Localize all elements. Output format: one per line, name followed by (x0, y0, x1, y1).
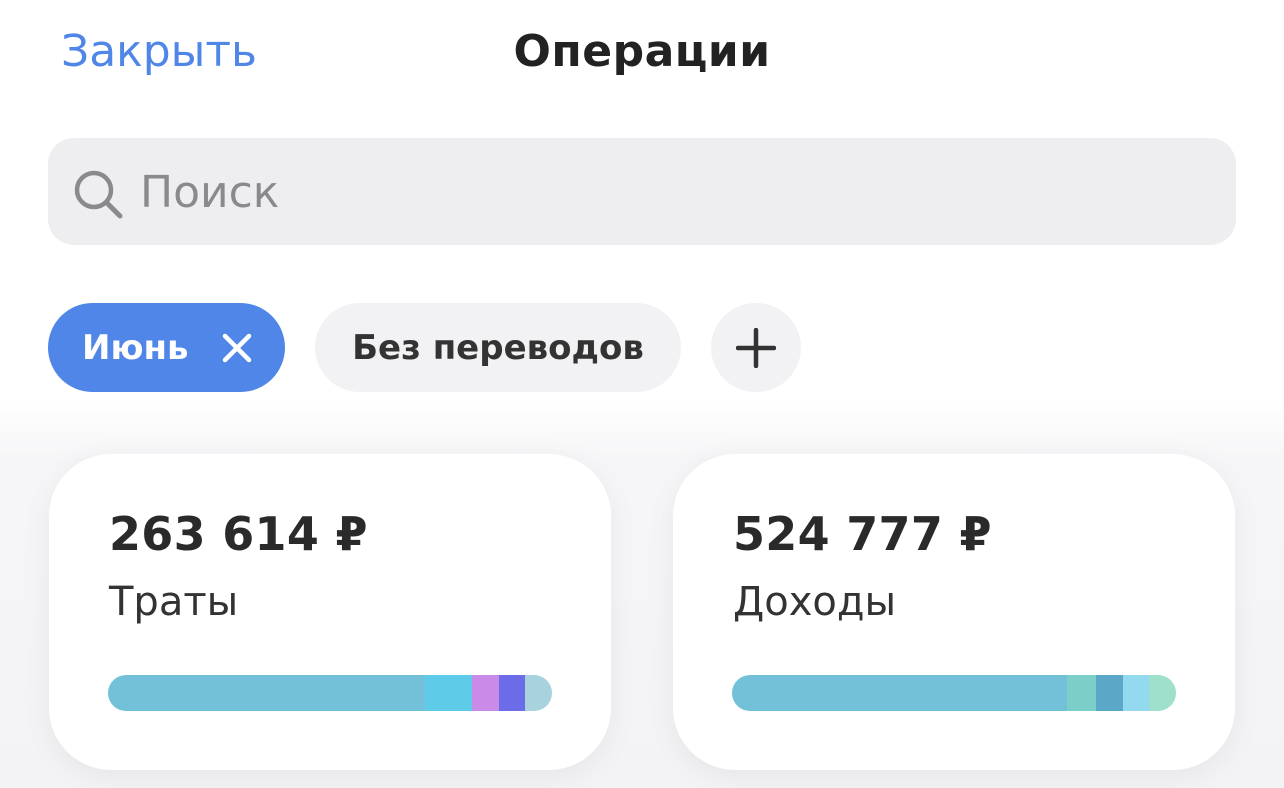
breakdown-segment (472, 675, 499, 711)
breakdown-segment (1122, 675, 1150, 711)
expenses-label: Траты (109, 579, 239, 625)
expenses-amount: 263 614 ₽ (109, 507, 368, 561)
breakdown-segment (525, 675, 552, 711)
no-transfers-filter-chip[interactable]: Без переводов (315, 303, 681, 392)
income-label: Доходы (733, 579, 897, 625)
operations-screen: Закрыть Операции Июнь Без переводов 263 … (0, 0, 1284, 788)
income-card[interactable]: 524 777 ₽ Доходы (673, 454, 1235, 770)
close-icon[interactable] (222, 333, 252, 363)
breakdown-segment (498, 675, 526, 711)
search-input[interactable] (140, 160, 1200, 224)
breakdown-segment (425, 675, 473, 711)
add-filter-button[interactable] (711, 303, 801, 392)
breakdown-segment (1067, 675, 1097, 711)
month-filter-label: Июнь (82, 327, 189, 368)
breakdown-segment (1096, 675, 1123, 711)
breakdown-segment (1149, 675, 1176, 711)
income-breakdown-bar (732, 675, 1176, 711)
income-amount: 524 777 ₽ (733, 507, 992, 561)
plus-icon (736, 327, 776, 368)
breakdown-segment (732, 675, 1068, 711)
month-filter-chip[interactable]: Июнь (48, 303, 285, 392)
search-icon (74, 170, 123, 219)
no-transfers-filter-label: Без переводов (352, 327, 644, 368)
expenses-breakdown-bar (108, 675, 552, 711)
page-title: Операции (513, 26, 771, 77)
breakdown-segment (108, 675, 426, 711)
expenses-card[interactable]: 263 614 ₽ Траты (49, 454, 611, 770)
